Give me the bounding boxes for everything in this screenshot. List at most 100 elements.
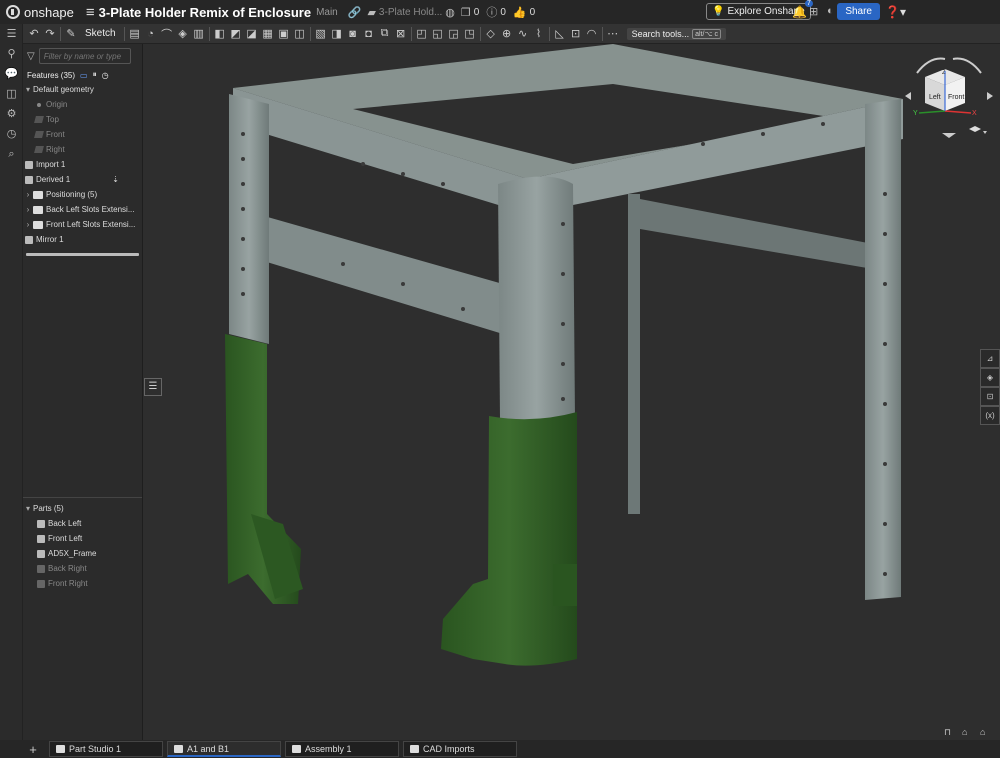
tree-item-positioning[interactable]: › Positioning (5) — [23, 187, 142, 202]
fillet-icon[interactable]: ◧ — [212, 27, 228, 40]
tree-item-front-left-slots[interactable]: › Front Left Slots Extensi... — [23, 217, 142, 232]
sheet-metal-icon[interactable]: ◺ — [552, 27, 568, 40]
part-back-right[interactable]: Back Right — [23, 561, 142, 576]
surface-icon[interactable]: ◠ — [584, 27, 600, 40]
zoom-fit-icon[interactable]: ⊓ — [944, 727, 951, 738]
offset-surface-icon[interactable]: ◳ — [462, 27, 478, 40]
chamfer-icon[interactable]: ◩ — [228, 27, 244, 40]
pattern-icon[interactable]: ▧ — [313, 27, 329, 40]
rollback-bar-icon[interactable]: ⇣ — [112, 175, 119, 184]
extrude-icon[interactable]: ▤ — [127, 27, 143, 40]
rib-icon[interactable]: ▦ — [260, 27, 276, 40]
add-tab-button[interactable]: + — [23, 742, 43, 757]
rendering-icon[interactable]: ⌂ — [962, 727, 967, 737]
curve-icon[interactable]: ⌇ — [531, 27, 547, 40]
graphics-viewport[interactable] — [143, 44, 1000, 740]
document-title[interactable]: 3-Plate Holder Remix of Enclosure — [99, 5, 311, 20]
section-view-icon[interactable]: ⊡ — [980, 387, 1000, 406]
onshape-logo[interactable]: onshape — [0, 5, 80, 20]
replace-face-icon[interactable]: ◲ — [446, 27, 462, 40]
part-back-left[interactable]: Back Left — [23, 516, 142, 531]
thicken-icon[interactable]: ▥ — [191, 27, 207, 40]
revolve-icon[interactable]: ◔ — [143, 28, 159, 40]
tab-assembly-1[interactable]: Assembly 1 — [285, 741, 399, 757]
help-icon[interactable]: ❓▾ — [885, 5, 906, 19]
tree-item-derived-1[interactable]: Derived 1 ⇣ — [23, 172, 142, 187]
new-folder-icon[interactable]: ▭ — [80, 71, 88, 80]
appearances-icon[interactable]: ◫ — [0, 84, 23, 104]
pan-left-arrow-icon[interactable] — [905, 92, 911, 100]
frame-icon[interactable]: ⊡ — [568, 27, 584, 40]
delete-part-icon[interactable]: ⊠ — [393, 27, 409, 40]
shell-icon[interactable]: ▣ — [276, 27, 292, 40]
tree-item-top[interactable]: Top — [23, 112, 142, 127]
display-options-icon[interactable]: ⌂ — [980, 727, 985, 737]
pause-icon[interactable]: ⏸ — [93, 70, 97, 80]
like-icon[interactable]: 👍 — [513, 6, 527, 19]
link-icon[interactable]: 🔗 — [348, 6, 362, 19]
parts-icon[interactable]: ⚙ — [0, 104, 23, 124]
tree-item-default-geometry[interactable]: ▾ Default geometry — [23, 82, 142, 97]
modify-fillet-icon[interactable]: ◰ — [414, 27, 430, 40]
part-front-right[interactable]: Front Right — [23, 576, 142, 591]
tab-part-studio-1[interactable]: Part Studio 1 — [49, 741, 163, 757]
custom-feature-icon[interactable]: ⋯ — [605, 27, 621, 40]
sketch-pencil-icon[interactable]: ✎ — [63, 27, 79, 40]
filter-input[interactable] — [38, 48, 131, 64]
tree-item-mirror-1[interactable]: Mirror 1 — [23, 232, 142, 247]
globe-icon[interactable]: ◍ — [445, 6, 455, 19]
sweep-icon[interactable]: ⌒ — [159, 26, 175, 42]
apps-grid-icon[interactable]: ⊞ — [809, 5, 818, 18]
tree-item-import-1[interactable]: Import 1 — [23, 157, 142, 172]
transform-icon[interactable]: ⧉ — [377, 27, 393, 40]
redo-icon[interactable]: ↷ — [42, 27, 58, 40]
breadcrumb[interactable]: 3-Plate Hold... — [379, 7, 442, 18]
tree-item-front[interactable]: Front — [23, 127, 142, 142]
feature-list-icon[interactable]: ☰ — [0, 24, 23, 44]
move-face-icon[interactable]: ◱ — [430, 27, 446, 40]
tree-item-origin[interactable]: Origin — [23, 97, 142, 112]
mate-connector-icon[interactable]: ⊕ — [499, 27, 515, 40]
history-icon[interactable]: ◷ — [0, 124, 23, 144]
rollback-bar[interactable] — [26, 253, 139, 256]
filter-icon[interactable]: ▽ — [27, 51, 35, 62]
rotate-down-arrow-icon[interactable] — [942, 133, 956, 138]
menu-icon[interactable]: ≡ — [86, 4, 95, 21]
tree-item-back-left-slots[interactable]: › Back Left Slots Extensi... — [23, 202, 142, 217]
undo-icon[interactable]: ↶ — [26, 27, 42, 40]
tab-cad-imports[interactable]: CAD Imports — [403, 741, 517, 757]
variables-icon[interactable]: (x) — [980, 406, 1000, 425]
view-cube[interactable]: Left Front Y X Z — [905, 51, 995, 143]
view-options-caret-icon[interactable] — [983, 131, 987, 134]
share-button[interactable]: Share — [837, 3, 880, 20]
rollback-timer-icon[interactable]: ◷ — [102, 71, 109, 80]
info-icon[interactable]: ⓘ — [486, 4, 497, 20]
pan-right-arrow-icon[interactable] — [987, 92, 993, 100]
loft-icon[interactable]: ◈ — [175, 27, 191, 40]
sketch-button[interactable]: Sketch — [79, 28, 122, 39]
measure-icon[interactable]: ⊿ — [980, 349, 1000, 368]
part-front-left[interactable]: Front Left — [23, 531, 142, 546]
comments-icon[interactable]: 💬 — [0, 64, 23, 84]
tree-item-right[interactable]: Right — [23, 142, 142, 157]
branch-label[interactable]: Main — [316, 7, 338, 18]
parts-header[interactable]: ▾ Parts (5) — [23, 501, 142, 516]
search-tools-button[interactable]: Search tools... alt/⌥ c — [626, 27, 726, 40]
helix-icon[interactable]: ∿ — [515, 27, 531, 40]
view-options-cube-icon[interactable] — [969, 126, 981, 132]
part-ad5x-frame[interactable]: AD5X_Frame — [23, 546, 142, 561]
appearance-panel-icon[interactable]: ◈ — [980, 368, 1000, 387]
tab-a1-and-b1[interactable]: A1 and B1 — [167, 741, 281, 757]
split-icon[interactable]: ◘ — [361, 28, 377, 40]
copy-icon[interactable]: ❐ — [461, 6, 471, 19]
plane-icon[interactable]: ◇ — [483, 27, 499, 40]
notifications-icon[interactable]: 🔔 7 — [792, 0, 813, 19]
rotate-right-arrow-icon[interactable] — [952, 57, 982, 74]
mate-icon[interactable]: ⚲ — [0, 44, 23, 64]
mirror-icon[interactable]: ◨ — [329, 27, 345, 40]
display-icon[interactable]: ◐ — [827, 5, 834, 17]
draft-icon[interactable]: ◪ — [244, 27, 260, 40]
boolean-icon[interactable]: ◙ — [345, 28, 361, 40]
expand-list-icon[interactable]: ☰ — [144, 378, 162, 396]
search-icon[interactable]: ⌕ — [0, 144, 23, 164]
